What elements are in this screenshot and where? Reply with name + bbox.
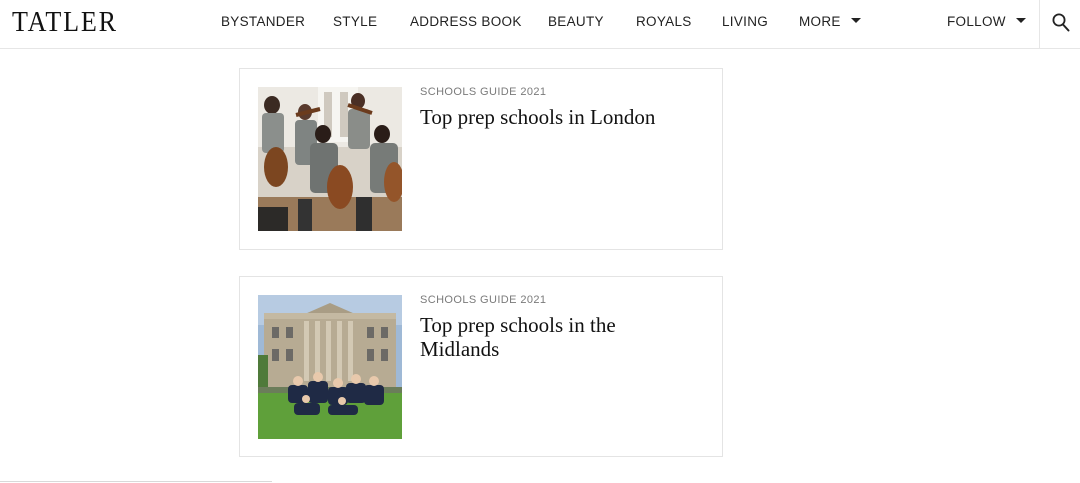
nav-more-menu[interactable]: MORE (799, 14, 861, 30)
article-card[interactable]: SCHOOLS GUIDE 2021 Top prep schools in L… (239, 68, 723, 250)
article-card[interactable]: SCHOOLS GUIDE 2021 Top prep schools in t… (239, 276, 723, 457)
search-icon (1052, 13, 1070, 32)
nav-item-royals[interactable]: ROYALS (636, 14, 692, 30)
nav-item-address-book[interactable]: ADDRESS BOOK (410, 14, 522, 30)
nav-item-beauty[interactable]: BEAUTY (548, 14, 604, 30)
tatler-logo[interactable]: TATLER (12, 7, 118, 37)
nav-item-bystander[interactable]: BYSTANDER (221, 14, 305, 30)
article-image[interactable] (258, 295, 402, 439)
article-category[interactable]: SCHOOLS GUIDE 2021 (420, 294, 546, 306)
article-title[interactable]: Top prep schools in London (420, 105, 690, 129)
search-button[interactable] (1039, 0, 1080, 48)
article-image[interactable] (258, 87, 402, 231)
article-title[interactable]: Top prep schools in the Midlands (420, 313, 690, 361)
section-divider (0, 481, 272, 482)
chevron-down-icon (850, 17, 861, 23)
chevron-down-icon (1015, 17, 1026, 23)
follow-label: FOLLOW (947, 14, 1006, 29)
nav-item-living[interactable]: LIVING (722, 14, 768, 30)
top-navigation-bar: TATLER BYSTANDER STYLE ADDRESS BOOK BEAU… (0, 0, 1080, 49)
article-category[interactable]: SCHOOLS GUIDE 2021 (420, 86, 546, 98)
follow-menu[interactable]: FOLLOW (947, 14, 1026, 30)
nav-item-style[interactable]: STYLE (333, 14, 377, 30)
nav-more-label: MORE (799, 14, 841, 29)
